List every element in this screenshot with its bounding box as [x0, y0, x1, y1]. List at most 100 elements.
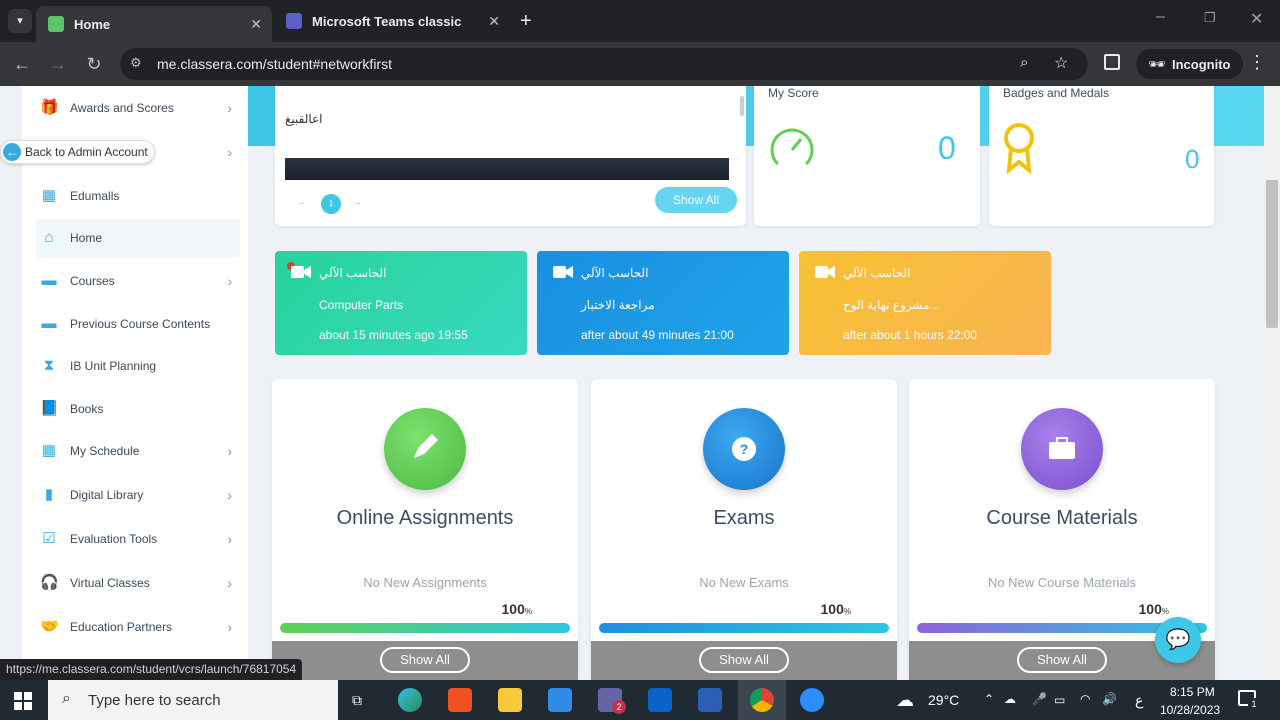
- virtual-class-event[interactable]: الحاسب الآلي Computer Parts about 15 min…: [275, 251, 527, 355]
- briefcase-icon[interactable]: [1021, 408, 1103, 490]
- video-camera-icon: [291, 265, 311, 279]
- badges-value: 0: [1185, 144, 1200, 174]
- new-tab-button[interactable]: +: [520, 10, 532, 33]
- briefcase-icon: ▬: [41, 315, 57, 332]
- sidebar-item-edumalls[interactable]: ▦ Edumalls: [36, 176, 240, 216]
- task-view-icon[interactable]: ⧉: [352, 692, 362, 709]
- show-all-button[interactable]: Show All: [1017, 647, 1107, 673]
- close-icon[interactable]: ✕: [250, 16, 262, 33]
- sidebar-item-home[interactable]: ⌂ Home: [36, 218, 240, 258]
- onedrive-icon[interactable]: ☁: [1004, 692, 1016, 706]
- sidebar-item-schedule[interactable]: ▦ My Schedule ›: [36, 431, 240, 471]
- sidebar-item-ib-planning[interactable]: ⧗ IB Unit Planning: [36, 346, 240, 386]
- virtual-class-event[interactable]: الحاسب الآلي مشروع نهاية الوح... after a…: [799, 251, 1051, 355]
- minimize-icon[interactable]: –: [1156, 8, 1165, 26]
- headphones-icon: 🎧: [40, 574, 59, 591]
- clock-date[interactable]: 10/28/2023: [1160, 703, 1220, 717]
- chrome-icon[interactable]: [750, 688, 774, 712]
- search-icon: ⌕: [62, 690, 71, 707]
- show-all-button[interactable]: Show All: [699, 647, 789, 673]
- word-icon[interactable]: [698, 688, 722, 712]
- pencil-icon[interactable]: [384, 408, 466, 490]
- chevron-right-icon: ›: [227, 273, 232, 289]
- pager-prev[interactable]: –: [299, 198, 305, 209]
- file-explorer-icon[interactable]: [498, 688, 522, 712]
- sidebar-item-awards[interactable]: 🎁 Awards and Scores ›: [36, 88, 240, 128]
- show-all-button[interactable]: Show All: [380, 647, 470, 673]
- sidebar-item-books[interactable]: 📘 Books: [36, 389, 240, 429]
- tray-overflow-icon[interactable]: ⌃: [984, 692, 994, 706]
- teams-taskbar-icon[interactable]: 2: [598, 688, 626, 714]
- sidebar-item-previous-contents[interactable]: ▬ Previous Course Contents: [36, 304, 240, 344]
- hourglass-icon: ⧗: [43, 357, 55, 374]
- handshake-icon: 🤝: [40, 618, 59, 635]
- video-camera-icon: [815, 265, 835, 279]
- notification-icon[interactable]: 1: [1238, 690, 1260, 710]
- checkbox-icon: ☑: [42, 530, 56, 547]
- outlook-icon[interactable]: [648, 688, 672, 712]
- chevron-right-icon: ›: [227, 619, 232, 635]
- pager-next[interactable]: –: [355, 198, 361, 209]
- taskbar-search[interactable]: ⌕ Type here to search: [48, 680, 338, 720]
- maximize-icon[interactable]: ❐: [1204, 10, 1216, 26]
- weather-temp: 29°C: [928, 692, 960, 708]
- feature-percent: 100%: [1139, 601, 1169, 617]
- battery-icon[interactable]: ▭: [1054, 693, 1065, 707]
- more-menu-icon[interactable]: ⋮: [1248, 52, 1266, 73]
- virtual-class-event[interactable]: الحاسب الآلي مراجعة الاختبار after about…: [537, 251, 789, 355]
- forward-icon[interactable]: →: [46, 54, 70, 75]
- language-indicator[interactable]: ع: [1135, 692, 1143, 709]
- url-bar[interactable]: ⚙ me.classera.com/student#networkfirst ⌕…: [120, 48, 1088, 80]
- sidebar-item-label: IB Unit Planning: [70, 359, 157, 373]
- reload-icon[interactable]: ↻: [82, 54, 106, 75]
- tab-home[interactable]: Home ✕: [36, 6, 272, 42]
- site-info-icon[interactable]: ⚙: [130, 55, 142, 71]
- back-icon[interactable]: ←: [10, 54, 34, 75]
- zoom-icon[interactable]: [800, 688, 824, 712]
- clock-time[interactable]: 8:15 PM: [1170, 685, 1215, 699]
- edge-icon[interactable]: [398, 688, 422, 712]
- microphone-icon[interactable]: 🎤: [1032, 692, 1047, 706]
- sidebar-item-label: Education Partners: [70, 620, 173, 634]
- feature-percent: 100%: [821, 601, 851, 617]
- pager-page[interactable]: 1: [321, 194, 341, 214]
- store-icon[interactable]: [448, 688, 472, 712]
- zoom-icon[interactable]: ⌕: [1020, 54, 1028, 71]
- volume-icon[interactable]: 🔊: [1102, 692, 1117, 706]
- back-to-admin-button[interactable]: ← Back to Admin Account: [0, 140, 155, 164]
- sidebar-item-digital-library[interactable]: ▮ Digital Library ›: [36, 475, 240, 515]
- windows-start-icon[interactable]: [14, 692, 32, 710]
- weather-icon: ☁: [896, 690, 914, 710]
- bookmark-star-icon[interactable]: ☆: [1054, 53, 1068, 73]
- feature-subtitle: No New Course Materials: [987, 575, 1137, 590]
- sidebar-item-partners[interactable]: 🤝 Education Partners ›: [36, 607, 240, 647]
- badges-card: Badges and Medals 0: [989, 86, 1214, 226]
- page-scrollbar[interactable]: [1264, 86, 1280, 680]
- incognito-indicator[interactable]: 🕶 Incognito: [1136, 49, 1243, 79]
- sidebar-item-label: Evaluation Tools: [70, 532, 158, 546]
- classera-favicon: [48, 16, 64, 32]
- sidebar-item-label: Edumalls: [70, 189, 120, 203]
- sidebar-item-evaluation[interactable]: ☑ Evaluation Tools ›: [36, 519, 240, 559]
- chat-bubble-icon[interactable]: 💬: [1155, 617, 1201, 663]
- question-icon[interactable]: ?: [703, 408, 785, 490]
- status-url: https://me.classera.com/student/vcrs/lau…: [0, 659, 303, 680]
- grid-icon: ▦: [41, 187, 57, 204]
- announcement-show-all-button[interactable]: Show All: [655, 187, 737, 213]
- wifi-icon[interactable]: ◠: [1080, 692, 1090, 706]
- sidebar-item-virtual-classes[interactable]: 🎧 Virtual Classes ›: [36, 563, 240, 603]
- tab-teams[interactable]: Microsoft Teams classic ✕: [274, 6, 510, 36]
- event-time: after about 1 hours 22:00: [843, 328, 978, 342]
- close-icon[interactable]: ✕: [488, 13, 500, 30]
- mail-icon[interactable]: [548, 688, 572, 712]
- chevron-right-icon: ›: [227, 575, 232, 591]
- notification-count: 1: [1248, 698, 1260, 710]
- scrollbar-thumb[interactable]: [1266, 180, 1278, 328]
- video-camera-icon: [553, 265, 573, 279]
- window-close-icon[interactable]: ✕: [1250, 9, 1263, 29]
- sidebar-item-courses[interactable]: ▬ Courses ›: [36, 261, 240, 301]
- tab-search-button[interactable]: ▾: [8, 9, 32, 33]
- side-panel-icon[interactable]: [1104, 54, 1120, 70]
- browser-tab-bar: ▾ Home ✕ Microsoft Teams classic ✕ + – ❐…: [0, 0, 1280, 42]
- my-score-value: 0: [938, 130, 956, 166]
